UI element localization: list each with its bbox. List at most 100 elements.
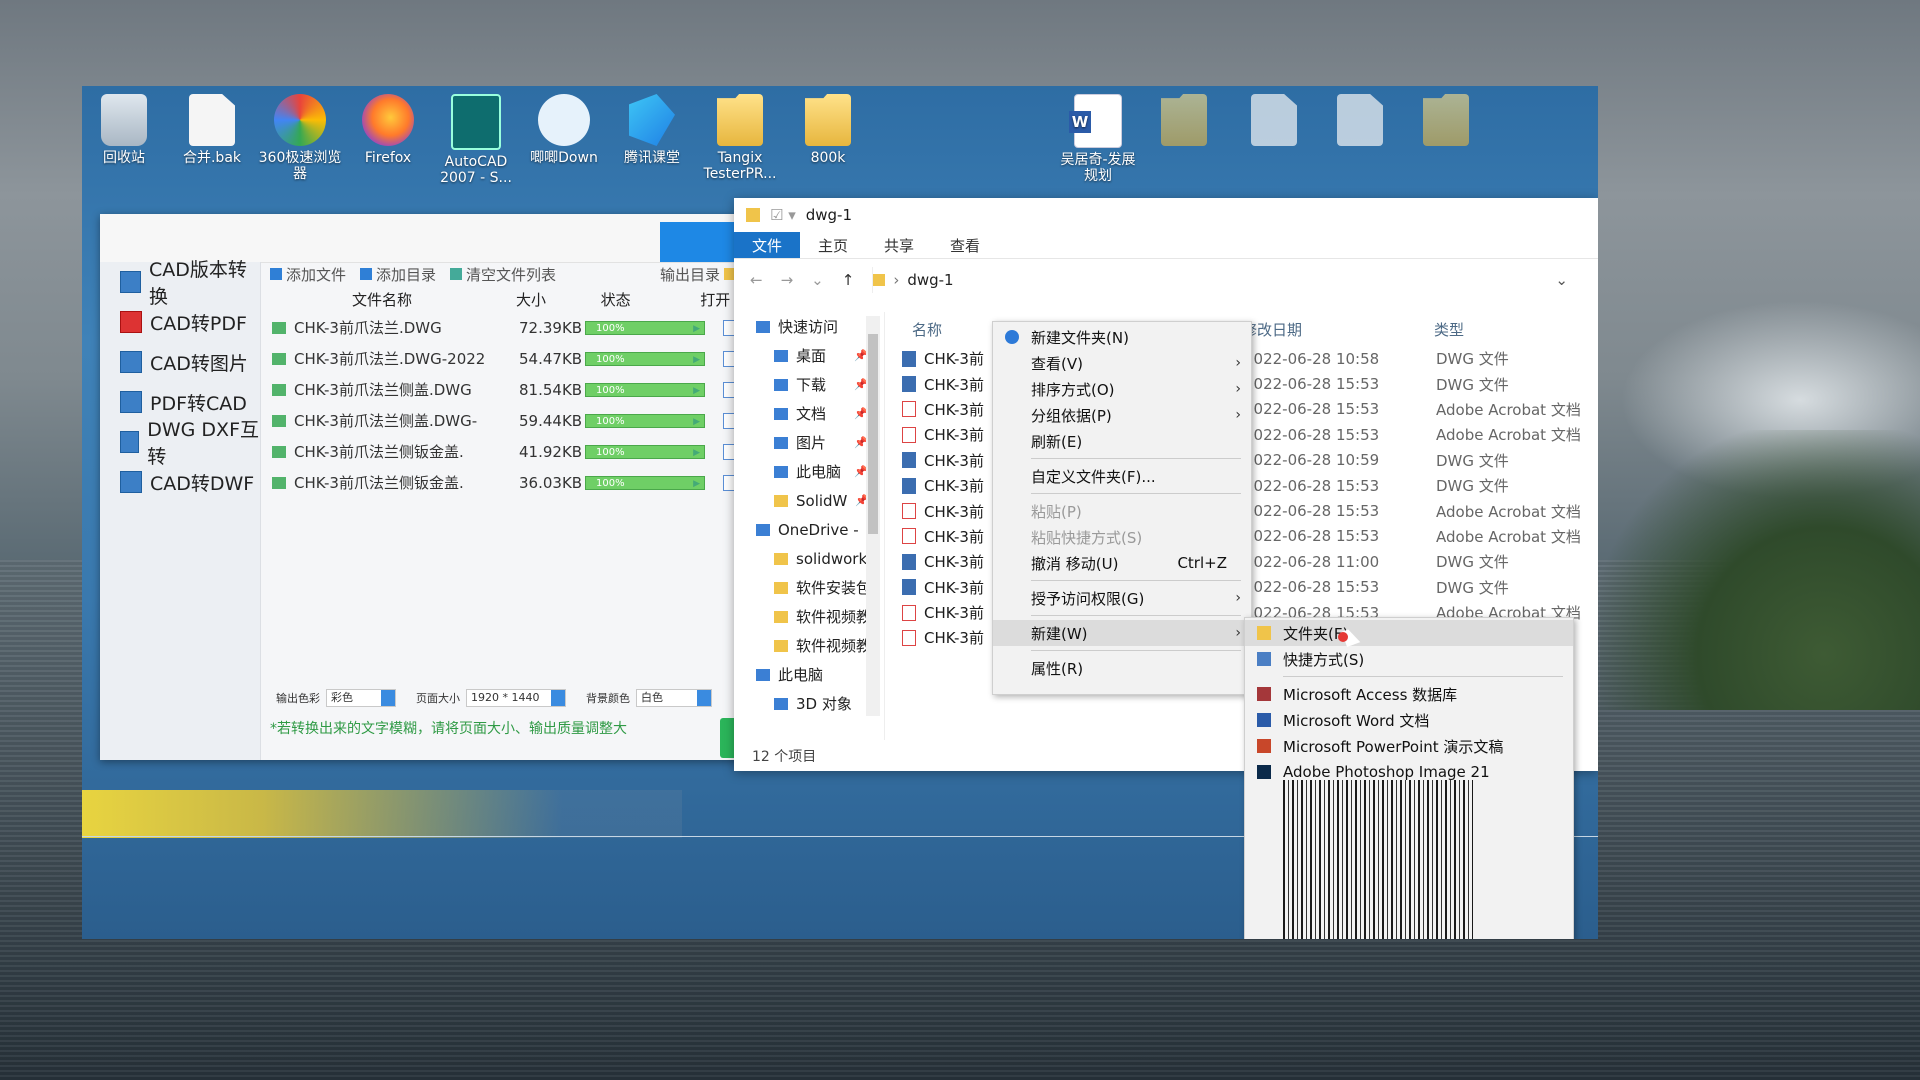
- desktop-icon-tangix-folder[interactable]: Tangix TesterPR...: [698, 94, 782, 182]
- submenu-new-powerpoint[interactable]: Microsoft PowerPoint 演示文稿: [1245, 733, 1573, 759]
- desktop-icon-word-doc[interactable]: 吴居奇-发展规划: [1056, 94, 1140, 184]
- desktop-icon-tencent-classroom[interactable]: 腾讯课堂: [610, 94, 694, 166]
- nav-item[interactable]: 此电脑 📌: [734, 457, 884, 486]
- submenu-new-word-doc[interactable]: Microsoft Word 文档: [1245, 707, 1573, 733]
- desktop-icon-800k-folder[interactable]: 800k: [786, 94, 870, 166]
- sidebar-item-cad-to-pdf[interactable]: CAD转PDF: [100, 302, 260, 342]
- recent-chevron-icon[interactable]: ⌄: [811, 271, 824, 289]
- menu-paste-shortcut[interactable]: 粘贴快捷方式(S): [993, 524, 1251, 550]
- nav-item[interactable]: OneDrive -: [734, 515, 884, 544]
- nav-item[interactable]: 下载 📌: [734, 370, 884, 399]
- pdf-file-icon: [902, 604, 916, 621]
- menu-sort[interactable]: 排序方式(O) ›: [993, 376, 1251, 402]
- table-row[interactable]: CHK-3前爪法兰侧钣金盖. 41.92KB 100%: [262, 436, 740, 467]
- tab-view[interactable]: 查看: [932, 232, 998, 258]
- table-row[interactable]: CHK-3前爪法兰.DWG-2022 54.47KB 100%: [262, 343, 740, 374]
- table-row[interactable]: CHK-3前爪法兰侧盖.DWG 81.54KB 100%: [262, 374, 740, 405]
- menu-grant-access[interactable]: 授予访问权限(G) ›: [993, 585, 1251, 611]
- chevron-down-icon[interactable]: ⌄: [1555, 271, 1568, 289]
- menu-new-folder[interactable]: 新建文件夹(N): [993, 324, 1251, 350]
- nav-item[interactable]: 文档 📌: [734, 399, 884, 428]
- desktop-icon-blurred-file[interactable]: [1318, 94, 1402, 150]
- nav-item[interactable]: solidworks: [734, 544, 884, 573]
- submenu-new-folder[interactable]: 文件夹(F): [1245, 620, 1573, 646]
- submenu-new-shortcut[interactable]: 快捷方式(S): [1245, 646, 1573, 672]
- column-header-type[interactable]: 类型: [1434, 319, 1464, 340]
- nav-icon: [774, 436, 788, 449]
- desktop-icon-jijidown[interactable]: 唧唧Down: [522, 94, 606, 166]
- desktop-icon-recycle-bin[interactable]: 回收站: [82, 94, 166, 166]
- nav-icon: [774, 378, 788, 391]
- nav-item[interactable]: 桌面 📌: [734, 341, 884, 370]
- nav-item[interactable]: 软件视频教: [734, 631, 884, 660]
- clear-list-button[interactable]: 清空文件列表: [450, 264, 556, 285]
- folder-icon: [746, 208, 760, 222]
- table-row[interactable]: CHK-3前爪法兰.DWG 72.39KB 100%: [262, 312, 740, 343]
- desktop-icon-blurred-file[interactable]: [1232, 94, 1316, 150]
- forward-arrow-icon[interactable]: →: [781, 271, 794, 289]
- folder-icon: [717, 94, 763, 146]
- submenu-new-access-db[interactable]: Microsoft Access 数据库: [1245, 681, 1573, 707]
- up-arrow-icon[interactable]: ↑: [842, 271, 855, 289]
- sidebar-item-dwg-dxf[interactable]: DWG DXF互转: [100, 419, 260, 468]
- menu-view[interactable]: 查看(V) ›: [993, 350, 1251, 376]
- sidebar-item-cad-version[interactable]: CAD版本转换: [100, 259, 260, 308]
- explorer-title-bar: ☑ ▾ dwg-1: [734, 198, 1598, 232]
- autocad-icon: [451, 94, 501, 150]
- desktop-icon-blurred-folder[interactable]: [1404, 94, 1488, 150]
- nav-icon: [774, 349, 788, 362]
- dwg-file-icon: [902, 350, 916, 367]
- desktop-icon-autocad[interactable]: AutoCAD 2007 - S...: [434, 94, 518, 186]
- nav-item[interactable]: 软件安装包: [734, 573, 884, 602]
- desktop-icon-blurred-folder[interactable]: [1142, 94, 1226, 150]
- output-dir-button[interactable]: 输出目录: [660, 264, 737, 285]
- nav-scrollbar[interactable]: [866, 316, 880, 716]
- menu-new[interactable]: 新建(W) ›: [993, 620, 1251, 646]
- menu-refresh[interactable]: 刷新(E): [993, 428, 1251, 454]
- table-row[interactable]: CHK-3前爪法兰侧钣金盖. 36.03KB 100%: [262, 467, 740, 498]
- tab-home[interactable]: 主页: [800, 232, 866, 258]
- sidebar-item-cad-to-dwf[interactable]: CAD转DWF: [100, 462, 260, 502]
- click-indicator: [1338, 632, 1348, 642]
- quick-access-toolbar[interactable]: ☑ ▾: [770, 206, 796, 224]
- nav-item[interactable]: 快速访问: [734, 312, 884, 341]
- nav-item[interactable]: 3D 对象: [734, 689, 884, 718]
- nav-item[interactable]: 图片 📌: [734, 428, 884, 457]
- background-color-select[interactable]: 白色: [636, 689, 712, 707]
- back-arrow-icon[interactable]: ←: [750, 271, 763, 289]
- dwg-file-icon: [902, 376, 916, 393]
- breadcrumb[interactable]: › dwg-1 ⌄: [872, 267, 1598, 293]
- converter-sidebar: CAD版本转换 CAD转PDF CAD转图片 PDF转CAD DWG DXF互转…: [100, 259, 261, 760]
- menu-properties[interactable]: 属性(R): [993, 655, 1251, 681]
- page-size-select[interactable]: 1920 * 1440: [466, 689, 566, 707]
- tab-share[interactable]: 共享: [866, 232, 932, 258]
- table-row[interactable]: CHK-3前爪法兰侧盖.DWG- 59.44KB 100%: [262, 405, 740, 436]
- desktop-icon-bak-file[interactable]: 合并.bak: [170, 94, 254, 166]
- folder-icon: [1257, 626, 1271, 640]
- dwg-file-icon: [272, 352, 286, 365]
- status-bar-count: 12 个项目: [752, 749, 817, 765]
- folder-icon: [1161, 94, 1207, 146]
- blurred-window-strip: [82, 790, 682, 838]
- menu-paste[interactable]: 粘贴(P): [993, 498, 1251, 524]
- desktop-icon-360-browser[interactable]: 360极速浏览器: [258, 94, 342, 182]
- nav-icon: [756, 320, 770, 333]
- sidebar-item-cad-to-image[interactable]: CAD转图片: [100, 342, 260, 382]
- menu-customize-folder[interactable]: 自定义文件夹(F)...: [993, 463, 1251, 489]
- add-file-button[interactable]: 添加文件: [270, 264, 346, 285]
- menu-undo-move[interactable]: 撤消 移动(U) Ctrl+Z: [993, 550, 1251, 576]
- color-select[interactable]: 彩色: [326, 689, 396, 707]
- scrollbar-thumb[interactable]: [868, 334, 878, 534]
- add-folder-button[interactable]: 添加目录: [360, 264, 436, 285]
- nav-item[interactable]: 此电脑: [734, 660, 884, 689]
- nav-icon: [774, 697, 788, 710]
- nav-icon: [774, 639, 788, 652]
- menu-group[interactable]: 分组依据(P) ›: [993, 402, 1251, 428]
- column-header-date[interactable]: 修改日期: [1242, 319, 1434, 340]
- dwg-file-icon: [902, 579, 916, 596]
- nav-item[interactable]: SolidW 📌: [734, 486, 884, 515]
- nav-item[interactable]: 软件视频教: [734, 602, 884, 631]
- list-icon: [360, 268, 373, 280]
- tab-file[interactable]: 文件: [734, 232, 801, 258]
- desktop-icon-firefox[interactable]: Firefox: [346, 94, 430, 166]
